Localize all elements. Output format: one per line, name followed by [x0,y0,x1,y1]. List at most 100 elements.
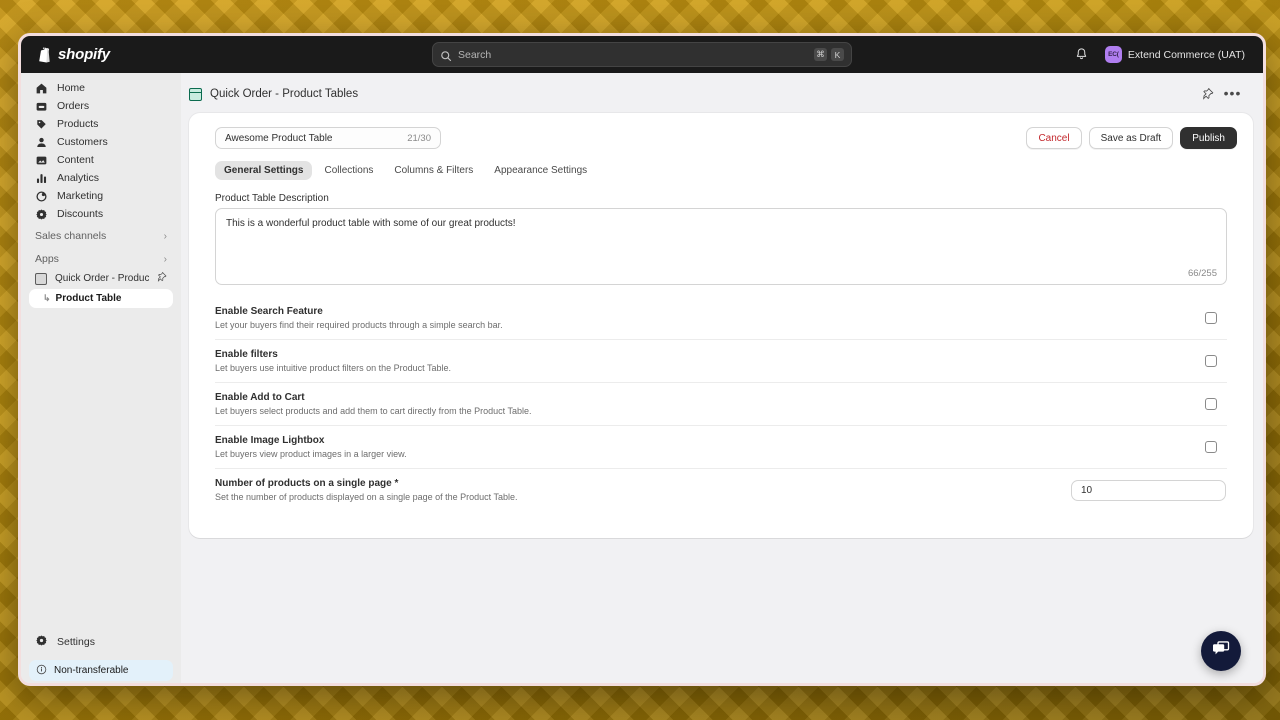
sidebar: Home Orders Products Customers Content A… [21,73,181,683]
search-input[interactable] [458,48,808,61]
shortcut-key: K [831,48,844,61]
shopify-topbar: shopify ⌘ K [21,36,1263,73]
brand-text: shopify [58,46,110,63]
analytics-bars-icon [35,172,48,185]
products-per-page-field[interactable] [1071,479,1226,501]
pin-icon[interactable] [1201,88,1214,101]
setting-title: Enable Search Feature [215,306,323,317]
setting-description: Let buyers select products and add them … [215,406,532,416]
avatar: EC( [1104,46,1122,63]
sidebar-item-label: Orders [57,100,90,112]
sidebar-item-product-table[interactable]: ↳ Product Table [29,289,173,308]
shopify-logo[interactable]: shopify [21,46,181,63]
setting-title: Enable Add to Cart [215,392,305,403]
card-action-buttons: Cancel Save as Draft Publish [1026,127,1237,149]
enable-image-lightbox-checkbox[interactable] [1205,441,1217,453]
description-section: Product Table Description This is a wond… [189,180,1253,285]
sidebar-item-orders[interactable]: Orders [29,97,173,115]
settings-rows: Enable Search Feature Let your buyers fi… [189,297,1253,511]
enable-add-to-cart-checkbox[interactable] [1205,398,1217,410]
store-switcher[interactable]: EC( Extend Commerce (UAT) [1101,44,1249,65]
global-search: ⌘ K [432,42,852,67]
chevron-right-icon: › [163,253,167,265]
product-table-icon [189,87,202,101]
sidebar-item-customers[interactable]: Customers [29,133,173,151]
gear-icon [35,634,48,650]
sidebar-group-apps[interactable]: Apps › [29,249,173,269]
sidebar-item-analytics[interactable]: Analytics [29,169,173,187]
setting-row-enable-image-lightbox: Enable Image Lightbox Let buyers view pr… [215,426,1227,469]
orders-inbox-icon [35,100,48,113]
shopify-bag-icon [37,46,52,63]
sidebar-item-discounts[interactable]: Discounts [29,205,173,223]
sidebar-item-label: Content [57,154,94,166]
pin-icon[interactable] [157,271,167,285]
group-label: Sales channels [35,230,107,242]
sidebar-item-quick-order-app[interactable]: Quick Order - Product... [29,269,173,288]
info-circle-icon [36,664,47,678]
settings-label: Settings [57,636,95,648]
sidebar-item-content[interactable]: Content [29,151,173,169]
enable-filters-checkbox[interactable] [1205,355,1217,367]
setting-row-products-per-page: Number of products on a single page * Se… [215,469,1227,511]
setting-description: Let your buyers find their required prod… [215,320,503,330]
customers-person-icon [35,136,48,149]
search-shortcut: ⌘ K [814,48,844,61]
description-value: This is a wonderful product table with s… [226,218,516,229]
tab-general-settings[interactable]: General Settings [215,161,313,180]
setting-text: Number of products on a single page * Se… [215,478,1071,502]
products-per-page-input[interactable] [1081,484,1216,496]
sidebar-item-label: Products [57,118,99,130]
group-label: Apps [35,253,59,265]
topbar-right: EC( Extend Commerce (UAT) [1074,44,1249,65]
setting-text: Enable Image Lightbox Let buyers view pr… [215,435,1205,459]
table-title-input[interactable] [225,132,408,144]
app-body: Home Orders Products Customers Content A… [21,73,1263,683]
chat-bubbles-icon [1211,638,1232,664]
cancel-button[interactable]: Cancel [1026,127,1082,149]
setting-description: Set the number of products displayed on … [215,492,518,502]
sidebar-item-home[interactable]: Home [29,79,173,97]
publish-button[interactable]: Publish [1180,127,1237,149]
page-header: Quick Order - Product Tables ••• [181,82,1253,106]
sidebar-item-marketing[interactable]: Marketing [29,187,173,205]
settings-card: 21/30 Cancel Save as Draft Publish Gener… [189,113,1253,538]
tab-columns-and-filters[interactable]: Columns & Filters [385,161,482,180]
sub-arrow-icon: ↳ [43,293,51,303]
sidebar-item-settings[interactable]: Settings [29,632,173,652]
browser-window: shopify ⌘ K [18,33,1266,686]
store-name: Extend Commerce (UAT) [1127,48,1245,61]
setting-title: Enable filters [215,349,278,360]
description-textarea[interactable]: This is a wonderful product table with s… [215,208,1227,285]
search-box[interactable]: ⌘ K [432,42,852,67]
content-media-icon [35,154,48,167]
discounts-gear-icon [35,208,48,221]
page-title: Quick Order - Product Tables [210,88,359,100]
tab-appearance-settings[interactable]: Appearance Settings [485,161,596,180]
bell-icon[interactable] [1074,47,1089,62]
sidebar-item-label: Analytics [57,172,100,184]
setting-row-enable-search: Enable Search Feature Let your buyers fi… [215,297,1227,340]
sidebar-item-label: Marketing [57,190,104,202]
enable-search-checkbox[interactable] [1205,312,1217,324]
sidebar-item-label: Customers [57,136,108,148]
save-as-draft-button[interactable]: Save as Draft [1088,127,1174,149]
table-title-field[interactable]: 21/30 [215,127,441,149]
tab-collections[interactable]: Collections [315,161,382,180]
sidebar-item-products[interactable]: Products [29,115,173,133]
non-transferable-banner[interactable]: Non-transferable [29,660,173,681]
more-horizontal-icon[interactable]: ••• [1224,86,1241,101]
setting-row-enable-add-to-cart: Enable Add to Cart Let buyers select pro… [215,383,1227,426]
setting-text: Enable Search Feature Let your buyers fi… [215,306,1205,330]
sidebar-group-sales-channels[interactable]: Sales channels › [29,226,173,246]
description-char-counter: 66/255 [1187,268,1217,279]
sidebar-item-label: Discounts [57,208,104,220]
chat-support-button[interactable] [1201,631,1241,671]
setting-title: Number of products on a single page * [215,478,399,489]
app-table-icon [35,272,47,285]
setting-text: Enable Add to Cart Let buyers select pro… [215,392,1205,416]
setting-description: Let buyers view product images in a larg… [215,449,407,459]
sub-item-label: Product Table [55,293,122,304]
page-header-actions: ••• [1201,86,1241,101]
